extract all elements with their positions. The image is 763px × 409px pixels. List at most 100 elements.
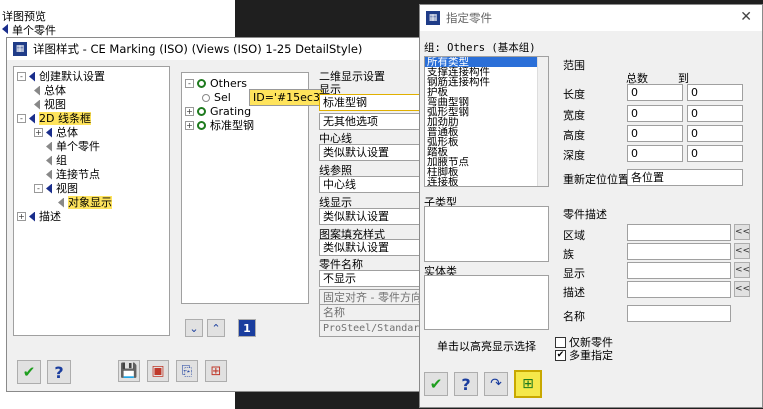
height-label: 高度 — [563, 129, 585, 142]
tree-node-object-display[interactable]: 对象显示 — [58, 196, 112, 209]
app-icon-2: ▦ — [426, 11, 440, 25]
list-item[interactable]: 连接板 — [425, 177, 548, 186]
list-scrollbar[interactable] — [537, 57, 548, 186]
move-up-button[interactable]: ⌃ — [207, 319, 225, 337]
line-ref-select[interactable]: 中心线 — [319, 176, 423, 193]
help-button[interactable]: ? — [47, 360, 71, 384]
line-display-select[interactable]: 类似默认设置 — [319, 208, 423, 225]
number-button[interactable]: 1 — [238, 319, 256, 337]
mid-node-sel[interactable]: Sel — [202, 91, 231, 104]
list-item[interactable]: 所有类型 — [425, 57, 548, 67]
bg-item-2[interactable]: 单个零件 — [2, 22, 56, 38]
family-picker-button[interactable]: << — [734, 243, 750, 259]
detail-style-dialog: ▦ 详图样式 - CE Marking (ISO) (Views (ISO) 1… — [6, 37, 423, 392]
multi-assign-checkbox[interactable]: ✔ 多重指定 — [555, 347, 613, 363]
part-name-select[interactable]: 不显示 — [319, 270, 423, 287]
list-item[interactable]: 钢筋连接构件 — [425, 77, 548, 87]
bullet-icon — [2, 24, 8, 34]
subtype-list[interactable] — [424, 206, 549, 262]
dialog-title: 详图样式 - CE Marking (ISO) (Views (ISO) 1-2… — [33, 42, 363, 56]
depth-from-input[interactable]: 0 — [627, 145, 683, 162]
describe-label: 描述 — [563, 286, 585, 299]
object-tree[interactable]: - Others Sel + Grating + 标准型钢 ID='#15ec3 — [181, 72, 324, 304]
width-from-input[interactable]: 0 — [627, 105, 683, 122]
tree-node-description[interactable]: + 描述 — [17, 210, 61, 223]
close-icon[interactable]: ✕ — [740, 9, 752, 25]
mid-node-grating[interactable]: + Grating — [185, 105, 251, 118]
tree-node-single-part[interactable]: 单个零件 — [46, 140, 100, 153]
category-list[interactable]: 所有类型 支撑连接构件 钢筋连接构件 护板 弯曲型钢 弧形型钢 加劲肋 普通板 … — [424, 56, 549, 187]
redo-arrow-icon[interactable]: ↷ — [484, 372, 508, 396]
mid-node-standard-profile[interactable]: + 标准型钢 — [185, 119, 254, 132]
tree-node-2d-frame[interactable]: -2D 线条框 — [17, 112, 91, 125]
list-item[interactable]: 柱脚板 — [425, 167, 548, 177]
reposition-select[interactable]: 各位置 — [627, 169, 743, 186]
tree-node-defaults[interactable]: - 创建默认设置 — [17, 70, 105, 83]
style-tree[interactable]: - 创建默认设置 总体 视图 -2D 线条框 + 总体 单个零件 组 连接节点 -视… — [13, 66, 170, 336]
list-item[interactable]: 踏板 — [425, 147, 548, 157]
move-down-button[interactable]: ⌄ — [185, 319, 203, 337]
ok-button-2[interactable]: ✔ — [424, 372, 448, 396]
width-label: 宽度 — [563, 109, 585, 122]
list-item[interactable]: 护板 — [425, 87, 548, 97]
family-input[interactable] — [627, 243, 731, 260]
height-to-input[interactable]: 0 — [687, 125, 743, 142]
specify-title: 指定零件 — [446, 11, 492, 25]
show-input[interactable] — [627, 262, 731, 279]
reposition-label: 重新定位位置 — [563, 173, 629, 186]
tree-node-group[interactable]: 组 — [46, 154, 67, 167]
name-label: 名称 — [563, 310, 585, 323]
list-item[interactable]: 弧形型钢 — [425, 107, 548, 117]
save-as-icon[interactable]: ▣ — [147, 360, 169, 382]
help-button-2[interactable]: ? — [454, 372, 478, 396]
region-input[interactable] — [627, 224, 731, 241]
other-options-select[interactable]: 无其他选项 — [319, 113, 423, 130]
centerline-select[interactable]: 类似默认设置 — [319, 144, 423, 161]
highlight-selection-button[interactable]: 单击以高亮显示选择 — [424, 336, 549, 356]
height-from-input[interactable]: 0 — [627, 125, 683, 142]
mid-node-others[interactable]: - Others — [185, 77, 247, 90]
show-picker-button[interactable]: << — [734, 262, 750, 278]
app-icon: ▦ — [13, 42, 27, 56]
tree-node-general-2[interactable]: + 总体 — [34, 126, 78, 139]
length-label: 长度 — [563, 88, 585, 101]
name-value: ProSteel/Standard — [319, 320, 423, 337]
tree-node-view-2[interactable]: - 视图 — [34, 182, 78, 195]
range-heading: 范围 — [563, 59, 585, 72]
length-from-input[interactable]: 0 — [627, 84, 683, 101]
list-item[interactable]: 普通板 — [425, 127, 548, 137]
list-item[interactable]: 加腋节点 — [425, 157, 548, 167]
tree-structure-icon[interactable]: ⊞ — [205, 360, 227, 382]
display-select[interactable]: 标准型钢 — [319, 94, 423, 111]
name-input[interactable] — [627, 305, 731, 322]
group-label: 组: Others (基本组) — [424, 42, 536, 54]
region-picker-button[interactable]: << — [734, 224, 750, 240]
ok-button[interactable]: ✔ — [17, 360, 41, 384]
solid-class-list[interactable] — [424, 275, 549, 330]
describe-picker-button[interactable]: << — [734, 281, 750, 297]
tree-node-connection[interactable]: 连接节点 — [46, 168, 100, 181]
length-to-input[interactable]: 0 — [687, 84, 743, 101]
describe-input[interactable] — [627, 281, 731, 298]
dialog-titlebar[interactable]: ▦ 详图样式 - CE Marking (ISO) (Views (ISO) 1… — [7, 38, 422, 60]
list-item[interactable]: 加劲肋 — [425, 117, 548, 127]
hatch-select[interactable]: 类似默认设置 — [319, 239, 423, 256]
depth-to-input[interactable]: 0 — [687, 145, 743, 162]
specify-parts-dialog: ▦ 指定零件 ✕ 组: Others (基本组) 所有类型 支撑连接构件 钢筋连… — [419, 4, 763, 408]
list-item[interactable]: 支撑连接构件 — [425, 67, 548, 77]
import-icon[interactable]: ⎘ — [176, 360, 198, 382]
list-item[interactable]: 弯曲型钢 — [425, 97, 548, 107]
region-label: 区域 — [563, 229, 585, 242]
tree-node-view[interactable]: 视图 — [34, 98, 66, 111]
width-to-input[interactable]: 0 — [687, 105, 743, 122]
part-desc-heading: 零件描述 — [563, 208, 607, 221]
select-parts-icon[interactable]: ⊞ — [514, 370, 542, 398]
specify-titlebar[interactable]: ▦ 指定零件 ✕ — [420, 5, 762, 31]
tree-node-general[interactable]: 总体 — [34, 84, 66, 97]
save-icon[interactable]: 💾 — [118, 360, 140, 382]
id-tooltip: ID='#15ec3 — [249, 89, 324, 106]
family-label: 族 — [563, 248, 574, 261]
show-label: 显示 — [563, 267, 585, 280]
list-item[interactable]: 弧形板 — [425, 137, 548, 147]
depth-label: 深度 — [563, 149, 585, 162]
